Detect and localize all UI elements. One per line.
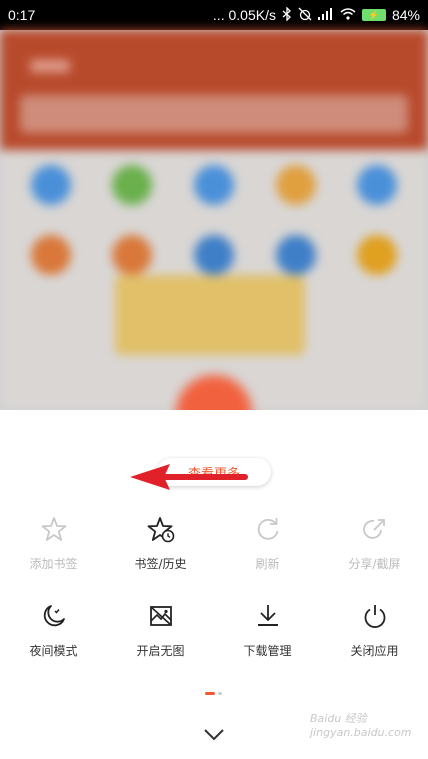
- refresh-icon: [257, 518, 278, 540]
- background-shortcut-grid: [0, 165, 428, 275]
- refresh-button[interactable]: 刷新: [214, 515, 321, 572]
- background-header: [0, 30, 428, 150]
- status-indicators: ... 0.05K/s ⚡ 84%: [212, 5, 420, 24]
- star-clock-icon: [147, 517, 174, 543]
- battery-percent: 84%: [391, 7, 420, 23]
- background-browser-page: [0, 30, 428, 451]
- network-speed: ... 0.05K/s: [212, 7, 276, 23]
- download-manager-button[interactable]: 下载管理: [214, 602, 321, 659]
- page-indicator: [205, 692, 222, 695]
- menu-label: 分享/截屏: [348, 557, 401, 571]
- background-search-bar: [20, 95, 408, 133]
- moon-icon: [43, 605, 65, 627]
- page-dot-active: [205, 692, 215, 695]
- star-icon: [41, 517, 66, 541]
- wifi-icon: [340, 7, 356, 23]
- share-screenshot-button[interactable]: 分享/截屏: [321, 515, 428, 572]
- signal-icon: [317, 7, 334, 23]
- menu-label: 开启无图: [136, 644, 185, 658]
- no-image-mode-button[interactable]: 开启无图: [107, 602, 214, 659]
- background-banner: [115, 275, 305, 355]
- menu-label: 书签/历史: [134, 557, 187, 571]
- background-title: [30, 60, 70, 72]
- battery-icon: ⚡: [361, 9, 386, 21]
- night-mode-button[interactable]: 夜间模式: [0, 602, 107, 659]
- no-image-icon: [149, 606, 172, 626]
- collapse-chevron-down-icon[interactable]: [200, 720, 228, 748]
- watermark: Baidu 经验 jingyan.baidu.com: [310, 712, 412, 739]
- bluetooth-icon: [282, 5, 292, 24]
- annotation-arrow: [130, 464, 248, 490]
- bookmarks-history-button[interactable]: 书签/历史: [107, 515, 214, 572]
- status-time: 0:17: [8, 7, 36, 23]
- menu-label: 添加书签: [29, 557, 78, 571]
- browser-menu-sheet: 查看更多 添加书签 书签/历史 刷新: [0, 410, 428, 759]
- download-icon: [257, 605, 278, 626]
- menu-grid: 添加书签 书签/历史 刷新 分享/截屏 夜间模式 开启无图 下载管理 关闭应用: [0, 515, 428, 659]
- power-icon: [364, 605, 385, 628]
- share-icon: [362, 519, 385, 539]
- menu-label: 下载管理: [243, 644, 292, 658]
- menu-label: 夜间模式: [29, 644, 78, 658]
- menu-label: 刷新: [255, 557, 280, 571]
- menu-label: 关闭应用: [350, 644, 399, 658]
- status-bar: 0:17 ... 0.05K/s ⚡ 84%: [0, 0, 428, 30]
- close-app-button[interactable]: 关闭应用: [321, 602, 428, 659]
- alarm-off-icon: [298, 7, 312, 24]
- add-bookmark-button[interactable]: 添加书签: [0, 515, 107, 572]
- page-dot: [218, 692, 222, 695]
